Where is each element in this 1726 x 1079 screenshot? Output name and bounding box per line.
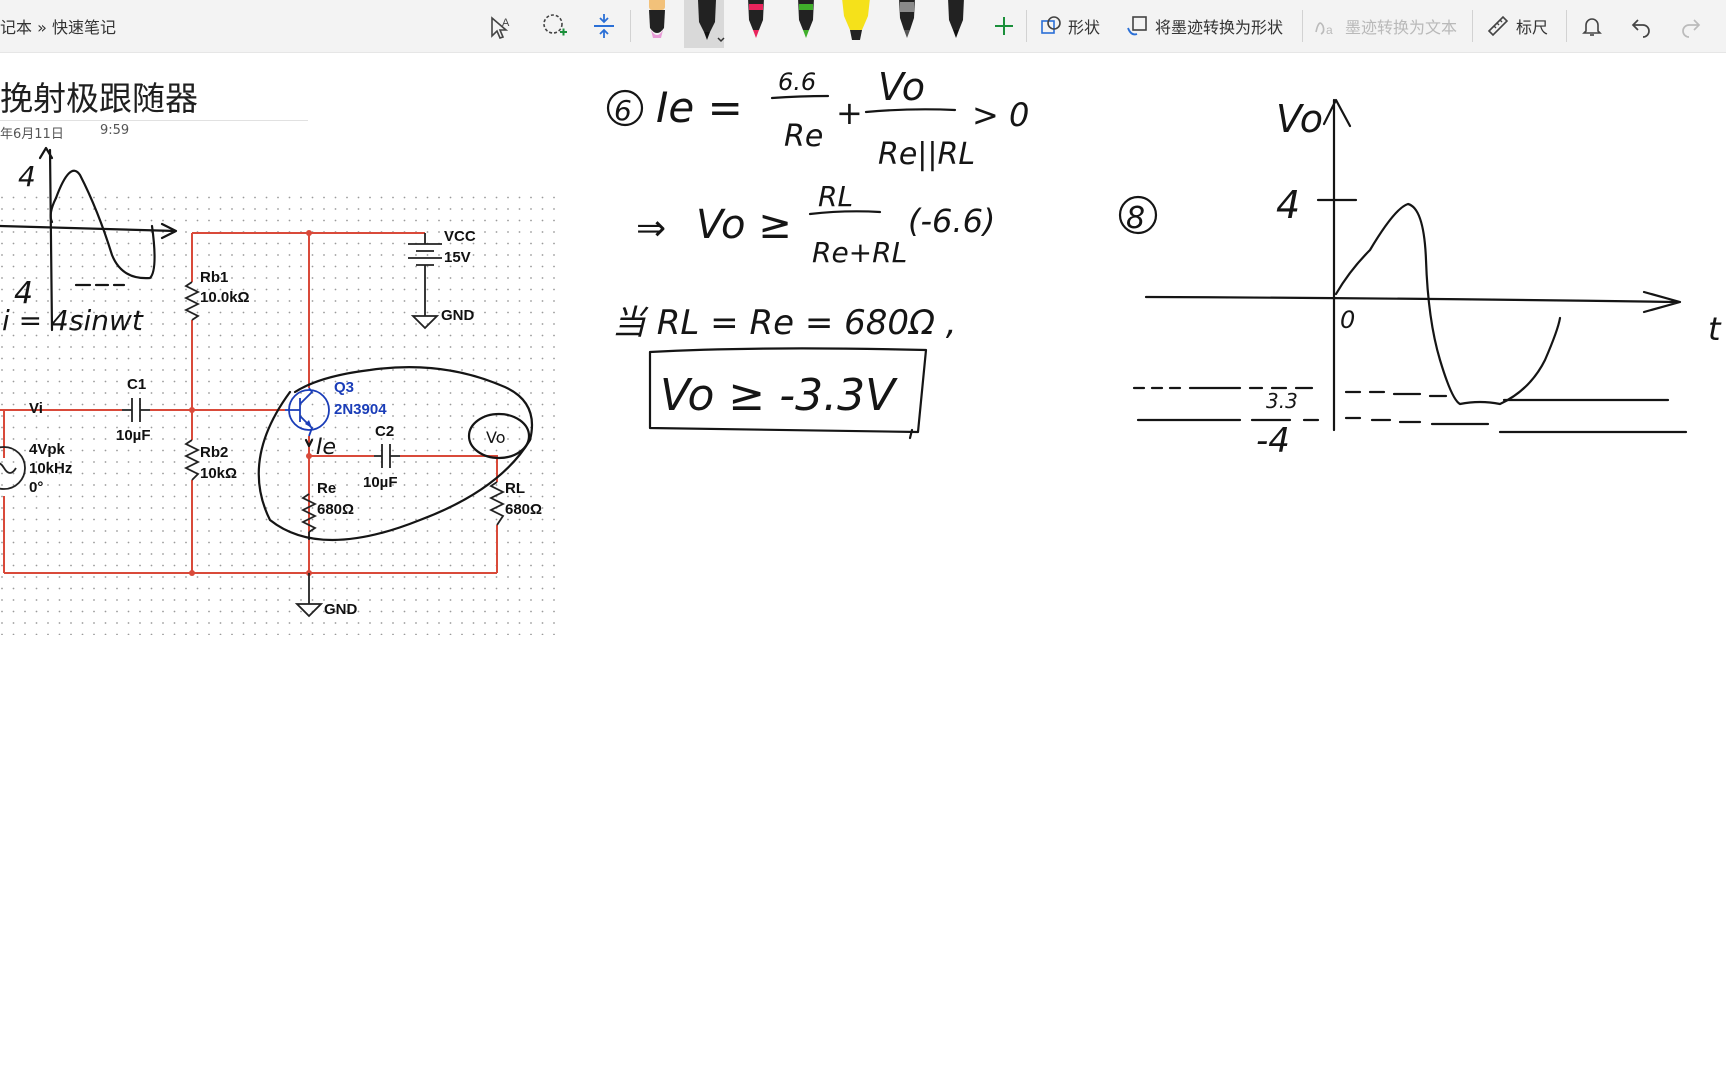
pen-black-selected-icon[interactable] <box>684 0 725 48</box>
note-canvas[interactable]: VCC 15V GND Rb1 10.0kΩ Rb2 10kΩ C1 10µF … <box>0 52 1726 1079</box>
pen-red-icon[interactable] <box>736 0 776 46</box>
eq3: 当 RL = Re = 680Ω , <box>612 303 957 343</box>
ink-ie-label: Ie <box>316 435 336 460</box>
ink-to-text-icon: a <box>1315 22 1333 37</box>
source-phase: 0° <box>29 479 43 496</box>
eq2-den: Re+RL <box>812 236 907 269</box>
q3-name: Q3 <box>334 379 354 396</box>
vcc-label: VCC <box>444 228 476 245</box>
vi-label: Vi <box>29 400 43 417</box>
ink-vi-formula: i = 4sinwt <box>2 304 144 337</box>
eq1-plus: + <box>836 94 863 132</box>
ink-left-4-top: 4 <box>18 160 36 193</box>
lasso-select-icon[interactable] <box>537 8 573 44</box>
shapes-button[interactable]: 形状 <box>1040 10 1100 42</box>
graph-neg4-label: -4 <box>1256 421 1290 461</box>
eq1-rhs: > 0 <box>972 96 1029 134</box>
eq1-den2: Re||RL <box>878 137 975 172</box>
eq2-arrow: ⇒ <box>636 208 666 249</box>
gnd-label-top: GND <box>441 307 475 324</box>
rb2-value: 10kΩ <box>200 465 237 482</box>
lasso-text-select-icon[interactable]: A <box>484 8 520 44</box>
highlighter-yellow-icon[interactable] <box>836 0 876 46</box>
add-pen-icon[interactable] <box>986 8 1022 44</box>
breadcrumb[interactable]: 记本 » 快速笔记 <box>0 14 116 38</box>
ink-to-shape-button[interactable]: 将墨迹转换为形状 <box>1125 10 1283 42</box>
highlighter-pink-pen-icon[interactable] <box>637 0 677 46</box>
rb1-name: Rb1 <box>200 269 228 286</box>
ink-to-text-label: 墨迹转换为文本 <box>1345 18 1458 37</box>
eq2-lhs: Vo ≥ <box>696 202 792 248</box>
ruler-button[interactable]: 标尺 <box>1486 10 1548 42</box>
source-amplitude: 4Vpk <box>29 441 66 458</box>
add-space-icon[interactable] <box>586 8 622 44</box>
redo-icon[interactable] <box>1673 8 1709 44</box>
ink-to-shape-label: 将墨迹转换为形状 <box>1155 18 1284 37</box>
graph-0-label: 0 <box>1340 306 1355 334</box>
rl-value: 680Ω <box>505 501 542 518</box>
c2-value: 10µF <box>363 474 398 491</box>
c1-name: C1 <box>127 376 146 393</box>
graph-3.3-label: 3.3 <box>1266 389 1298 413</box>
pen-green-icon[interactable] <box>786 0 826 46</box>
output-waveform-graph: 8 Vo 4 0 3.3 -4 t <box>1118 97 1722 461</box>
ink-vo-circled: Vo <box>486 428 506 447</box>
eq1-lhs: Ie = <box>656 83 743 132</box>
rl-name: RL <box>505 480 525 497</box>
bell-icon[interactable] <box>1574 8 1610 44</box>
shapes-label: 形状 <box>1068 18 1101 37</box>
derivation-ink: 6 Ie = 6.6 Re + Vo Re||RL > 0 ⇒ Vo ≥ RL … <box>606 65 1029 440</box>
graph-t-label: t <box>1708 310 1722 348</box>
gnd-label-bottom: GND <box>324 601 358 618</box>
shapes-icon <box>1041 16 1061 34</box>
svg-text:a: a <box>1326 23 1333 37</box>
ribbon-toolbar: 记本 » 快速笔记 A 形状 将墨迹转换为形状 a 墨迹转换为文本 标尺 <box>0 0 1726 53</box>
pen-black-icon[interactable] <box>936 0 976 46</box>
vcc-value: 15V <box>444 249 471 266</box>
re-name: Re <box>317 480 336 497</box>
ink-to-text-button[interactable]: a 墨迹转换为文本 <box>1313 10 1457 42</box>
ruler-label: 标尺 <box>1516 18 1549 37</box>
graph-4-label: 4 <box>1276 183 1300 227</box>
graph-vo-label: Vo <box>1276 97 1323 141</box>
boxed-result: Vo ≥ -3.3V <box>660 370 898 421</box>
ink-to-shape-icon <box>1127 16 1147 36</box>
eq2-rhs: (-6.6) <box>908 202 995 240</box>
step-8-number: 8 <box>1126 201 1145 236</box>
pencil-gray-icon[interactable] <box>887 0 927 46</box>
undo-icon[interactable] <box>1623 8 1659 44</box>
q3-model: 2N3904 <box>334 401 387 418</box>
step-6-number: 6 <box>614 94 632 127</box>
eq1-num1: 6.6 <box>778 68 816 96</box>
re-value: 680Ω <box>317 501 354 518</box>
rb1-value: 10.0kΩ <box>200 289 250 306</box>
rb2-name: Rb2 <box>200 444 228 461</box>
c2-name: C2 <box>375 423 394 440</box>
svg-text:A: A <box>502 17 510 29</box>
eq2-num: RL <box>818 180 853 213</box>
eq1-num2: Vo <box>878 65 925 109</box>
eq1-den1: Re <box>784 119 823 154</box>
circuit-schematic: VCC 15V GND Rb1 10.0kΩ Rb2 10kΩ C1 10µF … <box>0 195 560 635</box>
source-frequency: 10kHz <box>29 460 72 477</box>
ruler-icon <box>1487 15 1509 37</box>
c1-value: 10µF <box>116 427 151 444</box>
